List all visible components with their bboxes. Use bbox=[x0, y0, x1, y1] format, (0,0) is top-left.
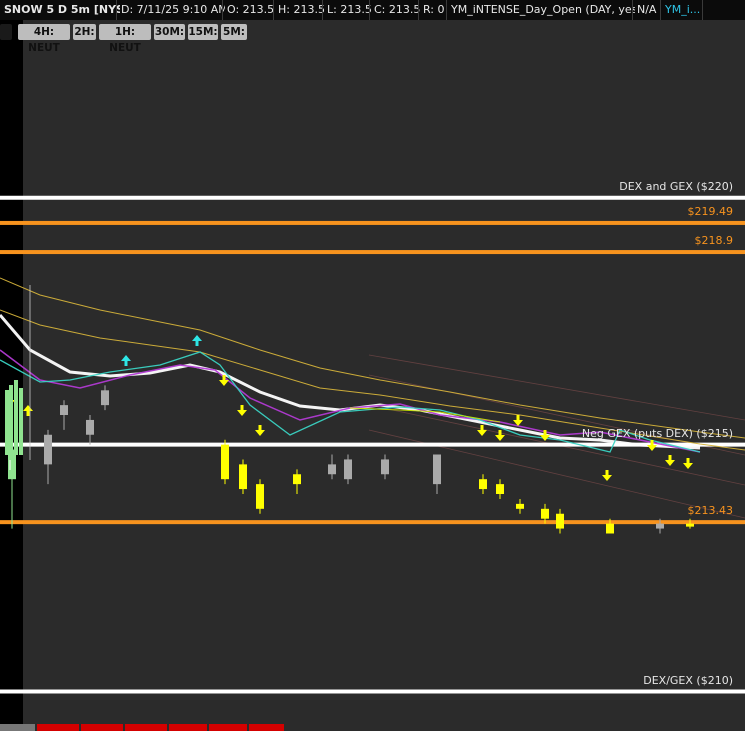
left-edge-marker bbox=[0, 24, 12, 40]
candle-body bbox=[479, 479, 487, 490]
price-level-label: Neg GEX (puts DEX) ($215) bbox=[581, 426, 733, 440]
price-level-line bbox=[0, 250, 745, 255]
status-strip-segment bbox=[0, 724, 35, 731]
candle-body bbox=[606, 523, 614, 534]
close-value: C: 213.5 bbox=[374, 3, 421, 16]
status-strip-segment bbox=[249, 724, 284, 731]
candle-body bbox=[556, 513, 564, 529]
study-value: N/A bbox=[637, 3, 657, 16]
candle-body bbox=[686, 523, 694, 527]
candle-body bbox=[86, 419, 94, 435]
high-value: H: 213.5 bbox=[278, 3, 325, 16]
green-volume-bar bbox=[5, 390, 9, 455]
low-value: L: 213.5 bbox=[327, 3, 372, 16]
price-level-label: DEX/GEX ($210) bbox=[643, 673, 733, 687]
price-level-label: DEX and GEX ($220) bbox=[619, 179, 733, 193]
status-strip-segment bbox=[81, 724, 123, 731]
study-label[interactable]: YM_iNTENSE_Day_Open (DAY, yes) bbox=[447, 0, 635, 20]
green-volume-bar bbox=[19, 388, 23, 455]
green-volume-bar bbox=[14, 380, 18, 455]
price-level-line bbox=[0, 195, 745, 200]
tf-1h[interactable]: 1H: NEUT bbox=[99, 24, 151, 54]
candle-body bbox=[256, 484, 264, 509]
tf-4h[interactable]: 4H: NEUT bbox=[18, 24, 70, 54]
price-level-line bbox=[0, 220, 745, 225]
candle-body bbox=[328, 464, 336, 475]
header-divider bbox=[702, 0, 703, 20]
price-level-line bbox=[0, 689, 745, 694]
candle-body bbox=[541, 508, 549, 519]
tf-30m[interactable]: 30M: bbox=[154, 24, 185, 40]
candle-body bbox=[433, 454, 441, 485]
status-strip-segment bbox=[169, 724, 207, 731]
chart-header: SNOW 5 D 5m [NYSE] D: 7/11/25 9:10 AM O:… bbox=[0, 0, 745, 20]
status-strip-segment bbox=[209, 724, 247, 731]
candle-body bbox=[221, 444, 229, 480]
candle-body bbox=[44, 434, 52, 465]
symbol-title: SNOW 5 D 5m [NYSE] bbox=[4, 3, 120, 16]
candle-body bbox=[381, 459, 389, 475]
status-strip-segment bbox=[125, 724, 167, 731]
tf-2h[interactable]: 2H: bbox=[73, 24, 96, 40]
price-level-label: $219.49 bbox=[687, 204, 734, 218]
tf-15m[interactable]: 15M: bbox=[188, 24, 218, 40]
range-value: R: 0 bbox=[423, 3, 445, 16]
candle-body bbox=[496, 484, 504, 494]
candle-body bbox=[656, 523, 664, 529]
candle-body bbox=[239, 464, 247, 490]
bar-date: D: 7/11/25 9:10 AM bbox=[121, 3, 225, 16]
candle-body bbox=[101, 390, 109, 406]
study2-label[interactable]: YM_i... bbox=[661, 0, 705, 20]
green-volume-bar bbox=[9, 385, 13, 455]
timeframe-bar: 4H: NEUT 2H: 1H: NEUT 30M: 15M: 5M: bbox=[0, 20, 745, 54]
candle-body bbox=[60, 405, 68, 415]
open-value: O: 213.5 bbox=[227, 3, 275, 16]
tf-5m[interactable]: 5M: bbox=[221, 24, 247, 40]
price-chart[interactable] bbox=[0, 20, 745, 731]
status-strip-segment bbox=[37, 724, 79, 731]
price-level-line bbox=[0, 520, 745, 525]
price-level-label: $213.43 bbox=[687, 504, 734, 518]
candle-body bbox=[293, 474, 301, 485]
candle-body bbox=[344, 459, 352, 480]
price-level-label: $218.9 bbox=[694, 234, 734, 248]
candle-body bbox=[516, 503, 524, 509]
